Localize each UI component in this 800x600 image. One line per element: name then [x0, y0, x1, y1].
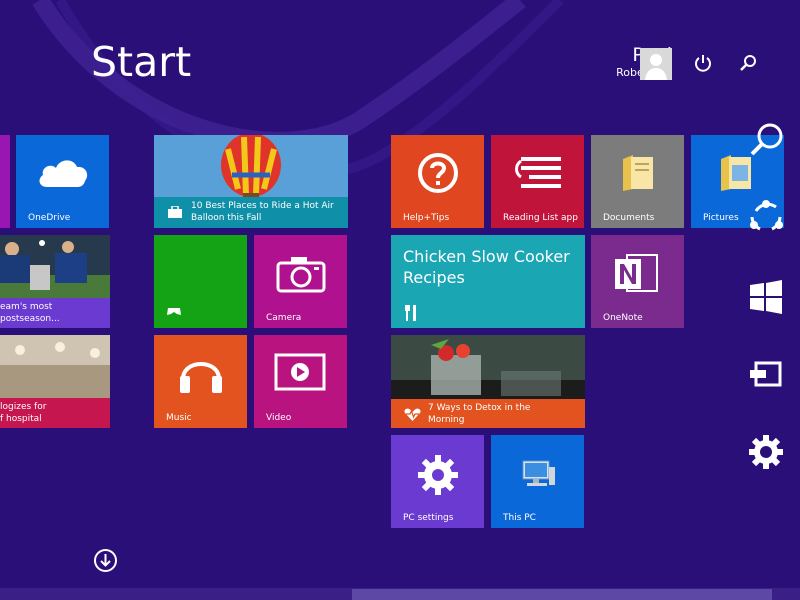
question-icon	[418, 153, 458, 193]
tile-label: PC settings	[403, 513, 454, 523]
folder-documents-icon	[623, 155, 653, 191]
devices-charm[interactable]	[746, 354, 786, 394]
tile-caption: 7 Ways to Detox in the Morning	[428, 403, 531, 425]
tile-hospital-news[interactable]: logizes for f hospital	[0, 335, 110, 428]
news-caption-band: eam's most postseason...	[0, 298, 110, 328]
power-button[interactable]	[692, 52, 714, 74]
fork-knife-icon	[405, 305, 416, 321]
charms-bar	[686, 100, 800, 500]
search-icon	[740, 55, 756, 71]
tile-onenote[interactable]: OneNote	[591, 235, 684, 328]
onenote-icon	[615, 254, 658, 292]
computer-icon	[522, 460, 555, 486]
tile-reading-list[interactable]: Reading List app	[491, 135, 584, 228]
tile-caption: logizes for f hospital	[0, 402, 47, 424]
devices-charm-icon	[750, 361, 782, 387]
tile-label: OneDrive	[28, 213, 71, 223]
start-charm[interactable]	[746, 277, 786, 317]
settings-charm[interactable]	[746, 432, 786, 472]
tile-onedrive[interactable]: OneDrive	[16, 135, 109, 228]
all-apps-button[interactable]	[94, 549, 117, 572]
tile-health[interactable]: 7 Ways to Detox in the Morning	[391, 335, 585, 428]
tile-caption: eam's most postseason...	[0, 302, 60, 324]
news-caption-band: 10 Best Places to Ride a Hot Air Balloon…	[154, 197, 348, 228]
search-button[interactable]	[738, 52, 760, 74]
tile-video[interactable]: Video	[254, 335, 347, 428]
heart-pulse-icon	[404, 408, 421, 421]
cloud-icon	[39, 160, 88, 187]
avatar[interactable]	[640, 48, 672, 80]
share-charm-icon	[750, 200, 783, 231]
tile-label: Documents	[603, 213, 655, 223]
start-charm-icon	[750, 280, 782, 314]
user-avatar-icon	[640, 48, 672, 80]
scrollbar-thumb[interactable]	[352, 589, 772, 600]
suitcase-icon	[168, 206, 182, 218]
power-icon	[695, 55, 711, 72]
news-caption-band: logizes for f hospital	[0, 398, 110, 428]
arrow-down-circle-icon	[100, 554, 111, 567]
tile-label: Music	[166, 413, 192, 423]
settings-gear-icon	[418, 455, 458, 495]
tile-music[interactable]: Music	[154, 335, 247, 428]
tile-this-pc[interactable]: This PC	[491, 435, 584, 528]
game-controller-icon	[167, 308, 181, 315]
settings-charm-icon	[749, 435, 783, 469]
tile-sports-news[interactable]: eam's most postseason...	[0, 235, 110, 328]
camera-icon	[276, 257, 326, 293]
tile-camera[interactable]: Camera	[254, 235, 347, 328]
tile-label: This PC	[503, 513, 536, 523]
video-icon	[274, 353, 326, 391]
tile-title: Chicken Slow Cooker Recipes	[403, 247, 570, 287]
search-charm-icon	[750, 123, 783, 156]
tile-pc-settings[interactable]: PC settings	[391, 435, 484, 528]
share-charm[interactable]	[746, 197, 786, 237]
tile-caption: 10 Best Places to Ride a Hot Air Balloon…	[191, 201, 334, 223]
tile-documents[interactable]: Documents	[591, 135, 684, 228]
tile-label: Help+Tips	[403, 213, 450, 223]
start-title: Start	[91, 38, 192, 86]
tile-xbox-games[interactable]	[154, 235, 247, 328]
tile-label: Camera	[266, 313, 302, 323]
tile-label: Reading List app	[503, 213, 578, 223]
search-charm[interactable]	[746, 120, 786, 160]
tile-food[interactable]: Chicken Slow Cooker Recipes	[391, 235, 585, 328]
headphones-icon	[180, 362, 222, 393]
tile-travel[interactable]: 10 Best Places to Ride a Hot Air Balloon…	[154, 135, 348, 228]
tile-partial-left[interactable]	[0, 135, 10, 228]
news-caption-band: 7 Ways to Detox in the Morning	[391, 399, 585, 428]
tile-label: OneNote	[603, 313, 643, 323]
tile-label: Video	[266, 413, 292, 423]
reading-list-icon	[515, 157, 561, 188]
tile-help-tips[interactable]: Help+Tips	[391, 135, 484, 228]
